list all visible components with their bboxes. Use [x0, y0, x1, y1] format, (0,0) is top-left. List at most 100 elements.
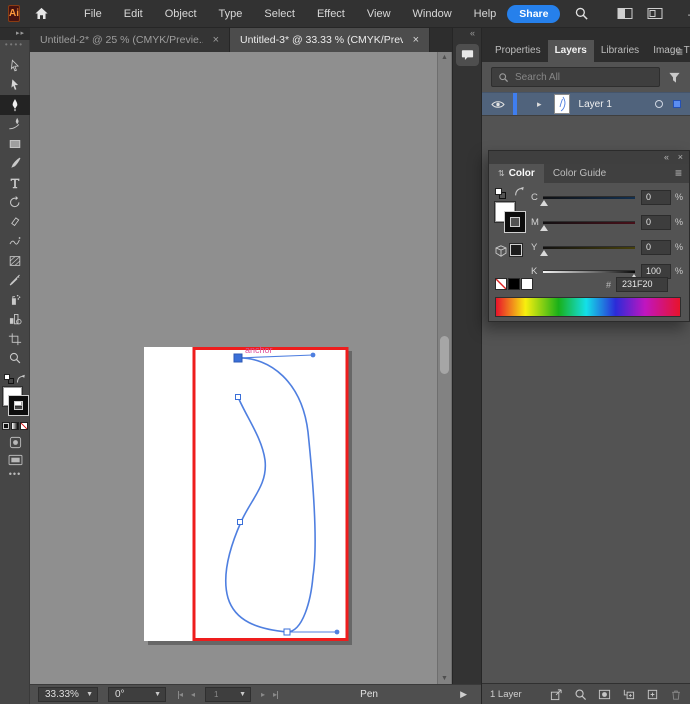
layer-target-circle-icon[interactable]: [655, 100, 663, 108]
canvas-area[interactable]: anchor: [30, 52, 437, 684]
visibility-eye-icon[interactable]: [491, 100, 505, 109]
tools-drag-handle[interactable]: ••••: [0, 40, 29, 50]
tab-color[interactable]: ⇅ Color: [489, 164, 544, 183]
arrange-documents-icon[interactable]: [617, 7, 633, 20]
slider-thumb[interactable]: [540, 250, 548, 256]
close-tab-icon[interactable]: ×: [213, 34, 219, 46]
home-icon[interactable]: [34, 6, 49, 21]
collect-for-export-icon[interactable]: [550, 688, 563, 701]
white-swatch[interactable]: [521, 278, 533, 290]
rectangle-tool-icon[interactable]: [0, 134, 30, 154]
menu-effect[interactable]: Effect: [306, 0, 356, 28]
delete-layer-icon[interactable]: [670, 688, 682, 701]
selection-tool-icon[interactable]: [0, 56, 30, 76]
swap-fill-stroke-icon[interactable]: [16, 374, 26, 384]
tab-properties[interactable]: Properties: [488, 40, 548, 62]
filter-icon[interactable]: [668, 71, 681, 84]
tab-image-trace[interactable]: Image Tra: [646, 40, 690, 62]
type-tool-icon[interactable]: [0, 173, 30, 193]
tab-libraries[interactable]: Libraries: [594, 40, 646, 62]
new-layer-icon[interactable]: [646, 688, 659, 701]
menu-object[interactable]: Object: [154, 0, 208, 28]
menu-help[interactable]: Help: [463, 0, 508, 28]
stroke-color-swatch[interactable]: [9, 396, 28, 415]
menu-file[interactable]: File: [73, 0, 113, 28]
slider-thumb[interactable]: [540, 200, 548, 206]
top-handle-point[interactable]: [311, 353, 316, 358]
comments-panel-button[interactable]: [456, 44, 479, 66]
default-fill-stroke-icon[interactable]: [4, 374, 14, 384]
scroll-up-icon[interactable]: ▲: [438, 54, 451, 61]
black-swatch[interactable]: [508, 278, 520, 290]
curvature-tool-icon[interactable]: [0, 115, 30, 135]
none-swatch[interactable]: [495, 278, 507, 290]
layer-row-layer-1[interactable]: ▸ Layer 1: [482, 92, 690, 116]
none-mode-icon[interactable]: [20, 422, 28, 430]
paintbrush-tool-icon[interactable]: [0, 154, 30, 174]
rotation-dropdown[interactable]: 0° ▼: [108, 687, 166, 702]
first-artboard-icon[interactable]: ◂: [178, 690, 183, 699]
minimize-button[interactable]: –: [679, 0, 690, 28]
previous-artboard-icon[interactable]: ◂: [191, 690, 195, 699]
magenta-slider-track[interactable]: [543, 221, 635, 224]
stroke-color-proxy[interactable]: [505, 212, 525, 232]
eraser-tool-icon[interactable]: [0, 212, 30, 232]
yellow-slider-track[interactable]: [543, 246, 635, 249]
swap-fill-stroke-icon[interactable]: [514, 186, 525, 197]
artboard-tool-icon[interactable]: [0, 329, 30, 349]
scroll-down-icon[interactable]: ▼: [438, 675, 451, 682]
artboard-number-dropdown[interactable]: 1 ▼: [205, 687, 251, 702]
menu-window[interactable]: Window: [402, 0, 463, 28]
collapse-panel-icon[interactable]: «: [664, 151, 669, 164]
direct-selection-tool-icon[interactable]: [0, 76, 30, 96]
collapse-dock-icon[interactable]: «: [470, 28, 475, 38]
anchor-point[interactable]: [238, 520, 243, 525]
layers-search-box[interactable]: [491, 67, 660, 87]
tab-color-guide[interactable]: Color Guide: [544, 164, 615, 183]
canvas-vertical-scrollbar[interactable]: ▲ ▼: [437, 52, 452, 684]
cyan-slider-track[interactable]: [543, 196, 635, 199]
magenta-value-field[interactable]: 0: [641, 215, 671, 230]
search-icon[interactable]: [574, 6, 589, 21]
color-spectrum-bar[interactable]: [495, 297, 681, 317]
doc-tab-untitled-2[interactable]: Untitled-2* @ 25 % (CMYK/Previe... ×: [30, 28, 230, 52]
shaper-tool-icon[interactable]: [0, 232, 30, 252]
out-of-web-color-cube-icon[interactable]: [495, 245, 507, 257]
scrollbar-thumb[interactable]: [440, 336, 449, 374]
drawing-modes-icon[interactable]: [0, 436, 30, 449]
menu-select[interactable]: Select: [253, 0, 306, 28]
anchor-point[interactable]: [236, 395, 241, 400]
color-panel-menu-icon[interactable]: ≡: [675, 164, 682, 183]
zoom-level-dropdown[interactable]: 33.33% ▼: [38, 687, 98, 702]
search-input[interactable]: [515, 72, 653, 83]
rotate-tool-icon[interactable]: [0, 193, 30, 213]
zoom-tool-icon[interactable]: [0, 349, 30, 369]
graph-tool-icon[interactable]: [0, 310, 30, 330]
frame-tool-icon[interactable]: [0, 251, 30, 271]
hex-value-field[interactable]: 231F20: [616, 277, 668, 292]
selected-anchor-point[interactable]: [234, 354, 242, 362]
gradient-mode-icon[interactable]: [11, 422, 19, 430]
bottom-handle-point[interactable]: [335, 630, 340, 635]
menu-view[interactable]: View: [356, 0, 402, 28]
menu-edit[interactable]: Edit: [113, 0, 154, 28]
anchor-point[interactable]: [284, 629, 290, 635]
new-sublayer-icon[interactable]: [622, 688, 635, 701]
slider-thumb[interactable]: [540, 225, 548, 231]
close-tab-icon[interactable]: ×: [413, 34, 419, 46]
color-mode-icon[interactable]: [2, 422, 10, 430]
in-gamut-color-swatch[interactable]: [510, 244, 522, 256]
screen-mode-icon[interactable]: [0, 454, 30, 466]
illustrator-app-icon[interactable]: Ai: [8, 5, 20, 22]
pen-tool-icon[interactable]: [0, 95, 30, 115]
layer-thumbnail[interactable]: [554, 94, 570, 114]
eyedropper-tool-icon[interactable]: [0, 271, 30, 291]
clipping-mask-icon[interactable]: [598, 688, 611, 701]
status-bar-options-icon[interactable]: ▶: [460, 689, 467, 700]
cyan-value-field[interactable]: 0: [641, 190, 671, 205]
symbol-sprayer-tool-icon[interactable]: [0, 290, 30, 310]
color-panel-header[interactable]: « ×: [489, 151, 689, 164]
layer-selection-indicator[interactable]: [673, 100, 681, 108]
edit-toolbar-icon[interactable]: •••: [0, 469, 30, 479]
locate-object-icon[interactable]: [574, 688, 587, 701]
